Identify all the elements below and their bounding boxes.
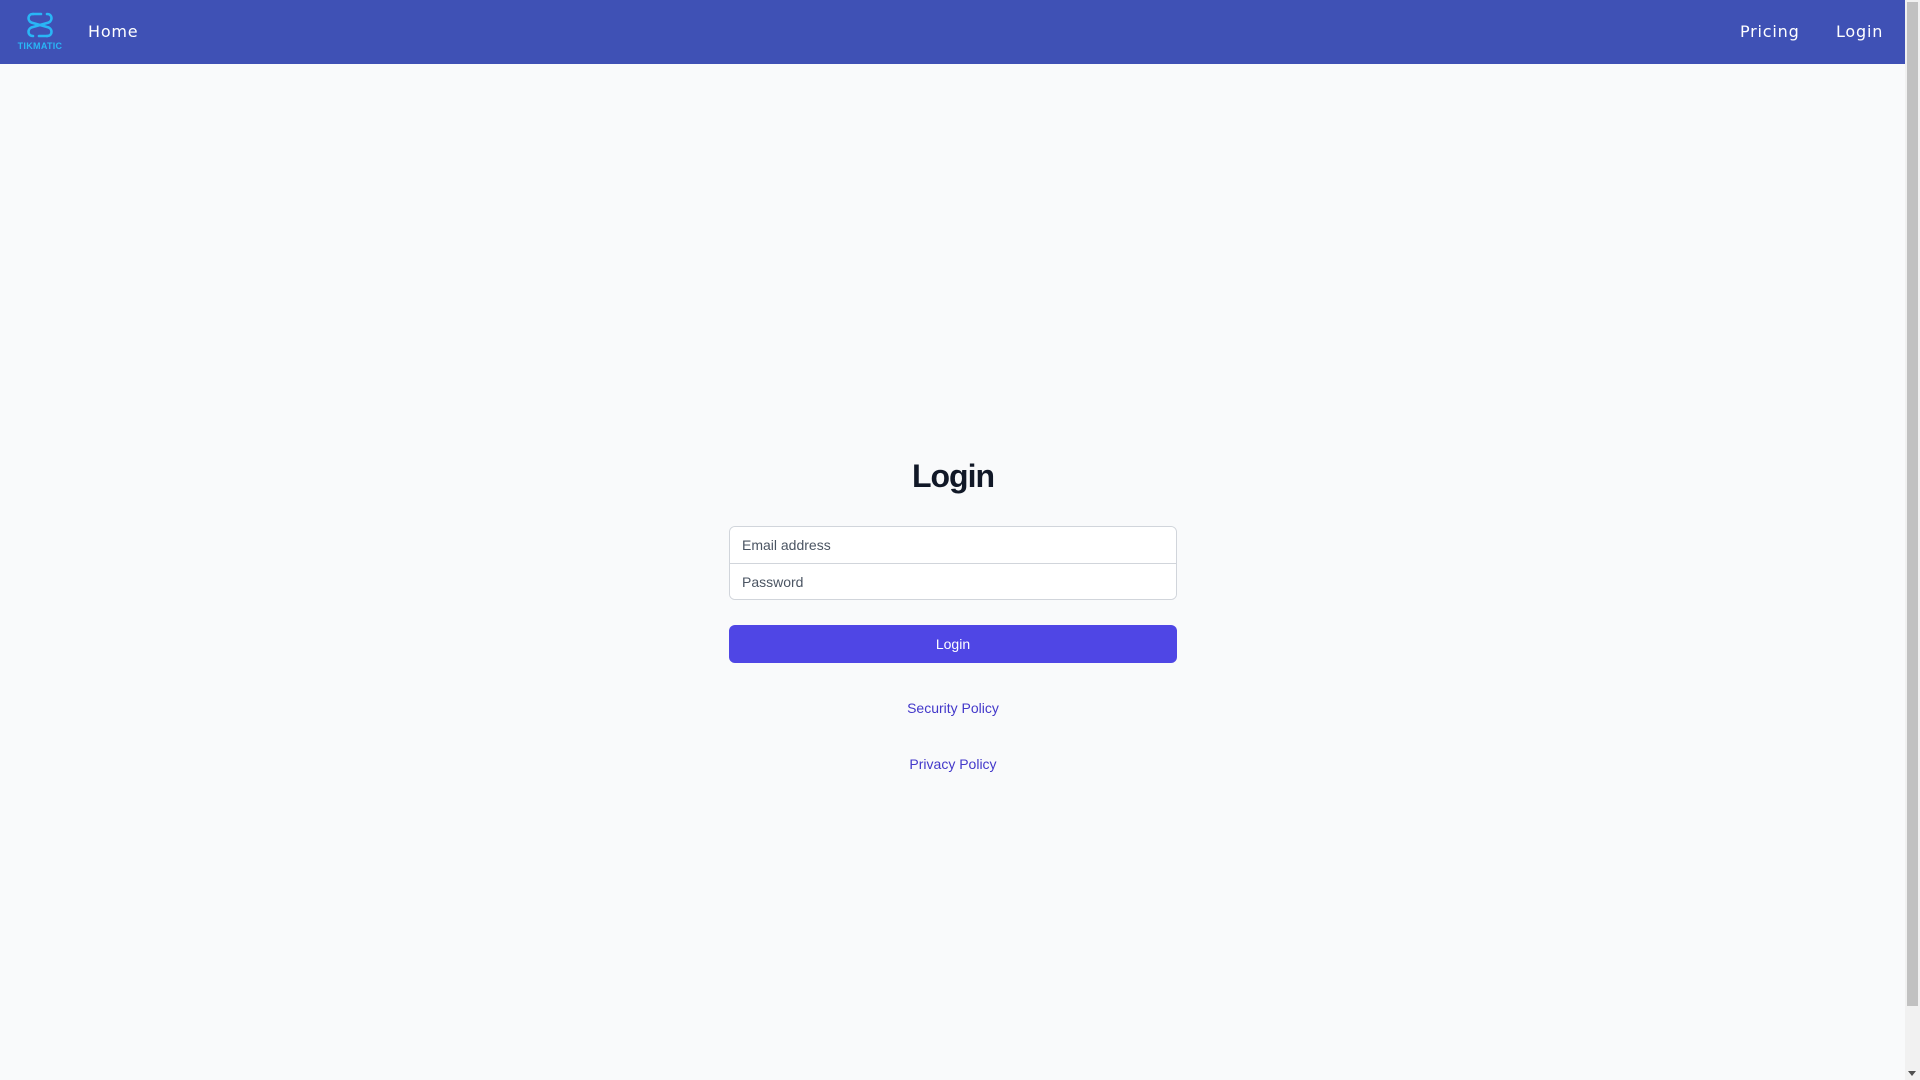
nav-login-link[interactable]: Login (1836, 0, 1883, 64)
password-field[interactable] (730, 563, 1176, 599)
security-policy-link[interactable]: Security Policy (729, 700, 1177, 716)
page: TIKMATIC Home Pricing Login Login Login … (0, 0, 1920, 1080)
top-navbar: TIKMATIC Home Pricing Login (0, 0, 1905, 64)
login-submit-button[interactable]: Login (729, 625, 1177, 663)
credentials-input-group (729, 526, 1177, 600)
scrollbar-thumb[interactable] (1907, 2, 1918, 1006)
logo-text: TIKMATIC (17, 41, 63, 51)
email-field[interactable] (730, 527, 1176, 563)
scroll-down-arrow-icon[interactable] (1908, 1071, 1916, 1076)
nav-home-link[interactable]: Home (88, 0, 138, 64)
login-title: Login (911, 458, 995, 494)
privacy-policy-link[interactable]: Privacy Policy (729, 756, 1177, 772)
tikmatic-logo[interactable]: TIKMATIC (14, 10, 66, 54)
nav-pricing-link[interactable]: Pricing (1740, 0, 1800, 64)
vertical-scrollbar[interactable] (1905, 0, 1920, 1080)
login-card: Login Login Security Policy Privacy Poli… (729, 440, 1177, 772)
tikmatic-logo-icon (27, 12, 53, 38)
